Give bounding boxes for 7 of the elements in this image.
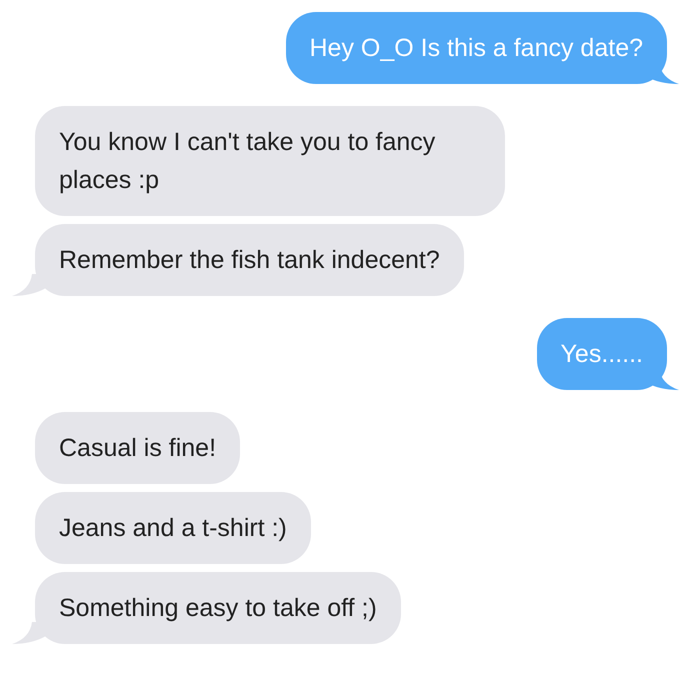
message-bubble: Something easy to take off ;) (35, 572, 401, 644)
message-bubble: Remember the fish tank indecent? (35, 224, 464, 296)
message-bubble: Casual is fine! (35, 412, 240, 484)
message-bubble: Jeans and a t-shirt :) (35, 492, 311, 564)
message-bubble: You know I can't take you to fancy places :p (35, 106, 505, 216)
message-bubble: Hey O_O Is this a fancy date? (286, 12, 667, 84)
message-bubble: Yes...... (536, 318, 667, 390)
